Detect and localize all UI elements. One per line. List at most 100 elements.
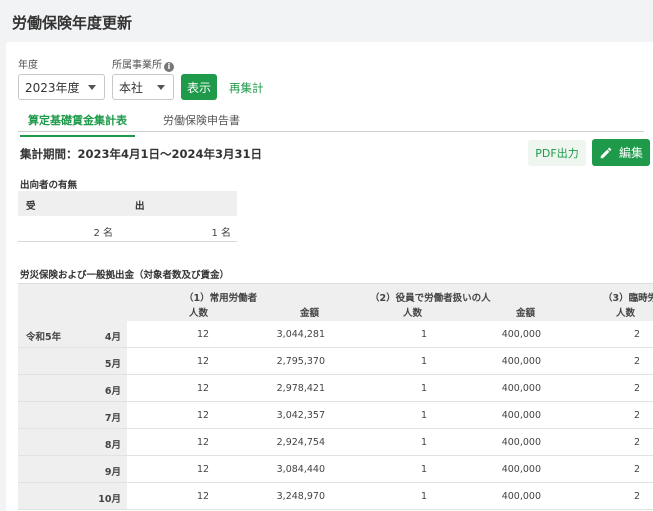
count-header-3: 人数 <box>616 308 636 319</box>
chevron-down-icon <box>157 85 165 90</box>
row-label-cell: 7月 <box>18 402 127 429</box>
main-table-title: 労災保険および一般拠出金（対象者数及び賃金） <box>20 270 230 281</box>
amount-2: 400,000 <box>501 464 541 475</box>
count-1: 12 <box>197 464 210 475</box>
office-select-value: 本社 <box>119 80 144 95</box>
count-2: 1 <box>421 410 428 421</box>
main-table-header: （1）常用労働者 人数 金額 （2）役員で労働者扱いの人 人数 金額 （3）臨時… <box>18 283 653 321</box>
send-value: 1 名 <box>211 228 231 239</box>
row-label-cell: 6月 <box>18 375 127 402</box>
amount-2: 400,000 <box>501 383 541 394</box>
main-table: （1）常用労働者 人数 金額 （2）役員で労働者扱いの人 人数 金額 （3）臨時… <box>18 283 653 510</box>
month-label: 9月 <box>104 467 121 478</box>
row-values: 12 2,795,370 1 400,000 2 <box>127 348 653 375</box>
count-2: 1 <box>421 491 428 502</box>
amount-1: 3,084,440 <box>276 464 325 475</box>
table-row: 9月 12 3,084,440 1 400,000 2 <box>18 456 653 483</box>
amount-2: 400,000 <box>501 437 541 448</box>
show-button[interactable]: 表示 <box>181 74 217 100</box>
amount-header-1: 金額 <box>300 308 320 319</box>
month-label: 5月 <box>104 359 121 370</box>
row-values: 12 2,924,754 1 400,000 2 <box>127 429 653 456</box>
month-label: 10月 <box>98 494 121 505</box>
count-2: 1 <box>421 329 428 340</box>
row-label-cell: 9月 <box>18 456 127 483</box>
edit-button[interactable]: 編集 <box>592 139 650 166</box>
main-table-body: 令和5年 4月 12 3,044,281 1 400,000 2 5月 12 2… <box>18 321 653 510</box>
main-card: 年度 2023年度 所属事業所 i 本社 表示 再集計 算定基礎賃金集計表 労働保… <box>6 42 653 511</box>
month-label: 8月 <box>104 440 121 451</box>
pencil-icon <box>600 147 612 158</box>
count-3: 2 <box>634 383 641 394</box>
secondment-row: 2 名 1 名 <box>18 216 237 242</box>
count-1: 12 <box>197 491 210 502</box>
count-3: 2 <box>634 491 641 502</box>
count-header-1: 人数 <box>189 308 209 319</box>
amount-2: 400,000 <box>501 491 541 502</box>
count-3: 2 <box>634 410 641 421</box>
row-values: 12 3,084,440 1 400,000 2 <box>127 456 653 483</box>
page-title: 労働保険年度更新 <box>12 14 133 32</box>
count-3: 2 <box>634 329 641 340</box>
amount-2: 400,000 <box>501 329 541 340</box>
count-3: 2 <box>634 464 641 475</box>
count-3: 2 <box>634 437 641 448</box>
amount-1: 2,978,421 <box>276 383 325 394</box>
col-send: 出 <box>135 201 145 212</box>
count-header-2: 人数 <box>403 308 423 319</box>
row-values: 12 3,042,357 1 400,000 2 <box>127 402 653 429</box>
receive-value: 2 名 <box>93 228 113 239</box>
recalc-link[interactable]: 再集計 <box>229 80 264 96</box>
amount-1: 2,924,754 <box>276 437 325 448</box>
year-select[interactable]: 2023年度 <box>18 74 105 100</box>
row-label-cell: 8月 <box>18 429 127 456</box>
count-1: 12 <box>197 356 210 367</box>
table-row: 6月 12 2,978,421 1 400,000 2 <box>18 375 653 402</box>
month-label: 6月 <box>104 386 121 397</box>
group-label-3: （3）臨時労 <box>603 293 653 304</box>
row-values: 12 3,044,281 1 400,000 2 <box>127 321 653 348</box>
office-label: 所属事業所 <box>112 60 162 71</box>
tab-bar: 算定基礎賃金集計表 労働保険申告書 <box>18 108 644 137</box>
table-row: 5月 12 2,795,370 1 400,000 2 <box>18 348 653 375</box>
pdf-export-button[interactable]: PDF出力 <box>528 140 586 166</box>
count-2: 1 <box>421 437 428 448</box>
amount-1: 3,248,970 <box>276 491 325 502</box>
secondment-table: 受 出 2 名 1 名 <box>18 191 237 242</box>
amount-1: 3,044,281 <box>276 329 325 340</box>
chevron-down-icon <box>88 85 96 90</box>
office-label-wrap: 所属事業所 i <box>112 56 174 72</box>
edit-label: 編集 <box>618 146 643 160</box>
month-label: 7月 <box>104 413 121 424</box>
amount-2: 400,000 <box>501 410 541 421</box>
tab-wage-summary[interactable]: 算定基礎賃金集計表 <box>20 112 135 137</box>
group-label-2: （2）役員で労働者扱いの人 <box>370 293 491 304</box>
month-label: 4月 <box>104 332 121 343</box>
year-select-value: 2023年度 <box>25 80 80 95</box>
col-receive: 受 <box>26 201 36 212</box>
table-row: 令和5年 4月 12 3,044,281 1 400,000 2 <box>18 321 653 348</box>
secondment-title: 出向者の有無 <box>20 180 78 191</box>
office-select[interactable]: 本社 <box>112 74 174 100</box>
count-2: 1 <box>421 356 428 367</box>
count-1: 12 <box>197 383 210 394</box>
amount-header-2: 金額 <box>516 308 536 319</box>
tab-insurance-report[interactable]: 労働保険申告書 <box>163 112 240 128</box>
table-row: 8月 12 2,924,754 1 400,000 2 <box>18 429 653 456</box>
era-label: 令和5年 <box>26 332 62 343</box>
amount-1: 2,795,370 <box>276 356 325 367</box>
row-label-cell: 5月 <box>18 348 127 375</box>
period-text: 集計期間：2023年4月1日〜2024年3月31日 <box>20 147 263 161</box>
count-1: 12 <box>197 437 210 448</box>
group-label-1: （1）常用労働者 <box>184 293 258 304</box>
secondment-header: 受 出 <box>18 191 237 216</box>
amount-1: 3,042,357 <box>276 410 325 421</box>
count-2: 1 <box>421 383 428 394</box>
row-values: 12 2,978,421 1 400,000 2 <box>127 375 653 402</box>
row-label-cell: 10月 <box>18 483 127 510</box>
count-1: 12 <box>197 329 210 340</box>
row-values: 12 3,248,970 1 400,000 2 <box>127 483 653 510</box>
count-3: 2 <box>634 356 641 367</box>
info-icon[interactable]: i <box>164 62 174 72</box>
count-2: 1 <box>421 464 428 475</box>
